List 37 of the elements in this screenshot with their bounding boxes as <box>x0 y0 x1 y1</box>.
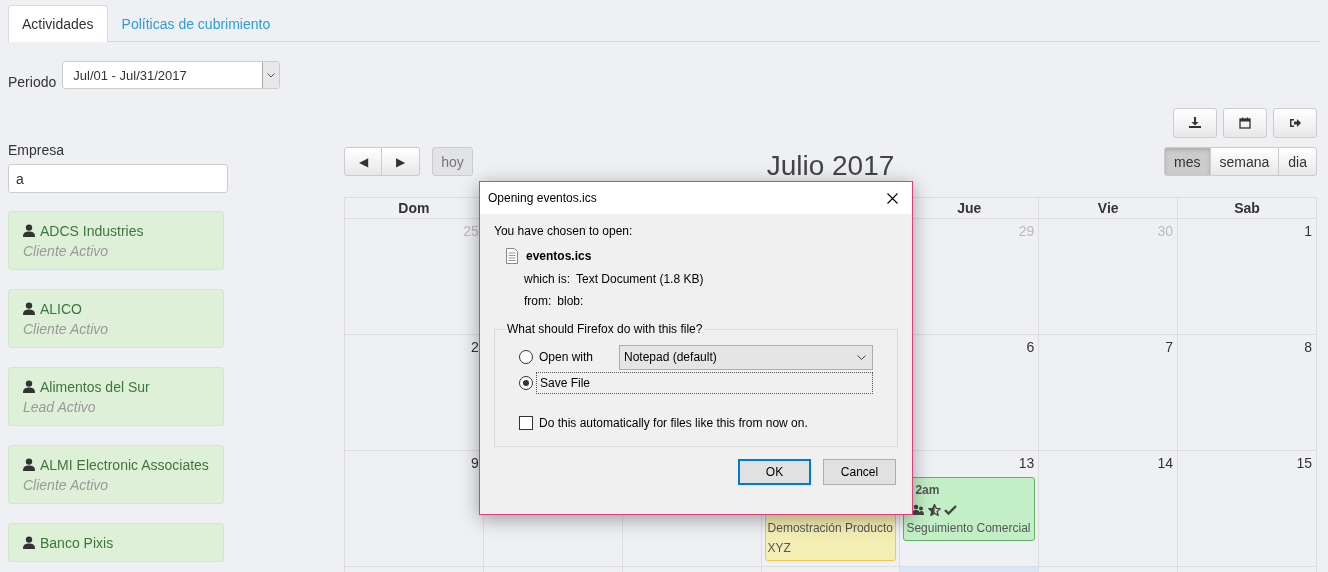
company-status: Lead Activo <box>23 398 97 417</box>
group-label: What should Firefox do with this file? <box>506 322 704 336</box>
company-name: Alimentos del Sur <box>40 379 150 395</box>
weekday-header: Sab <box>1178 198 1317 219</box>
event-title: Seguimiento Comercial <box>906 521 1031 535</box>
company-name: ALMI Electronic Associates <box>40 457 209 473</box>
file-source: blob: <box>557 294 584 308</box>
day-number: 6 <box>1026 338 1036 356</box>
file-type: Text Document (1.8 KB) <box>576 272 704 286</box>
day-number: 15 <box>1296 454 1313 472</box>
day-number: 1 <box>1304 222 1313 240</box>
calendar-title: Julio 2017 <box>766 150 895 181</box>
company-status: Cliente Activo <box>23 242 110 261</box>
dialog-title: Opening eventos.ics <box>488 191 598 205</box>
event-title: Demostración Producto XYZ <box>767 521 893 555</box>
dialog-intro: You have chosen to open: <box>494 224 634 238</box>
day-number: 8 <box>1304 338 1313 356</box>
day-number: 14 <box>1157 454 1175 472</box>
company-label: Empresa <box>8 142 66 158</box>
day-number: 9 <box>471 454 480 472</box>
company-status: Cliente Activo <box>23 476 110 495</box>
company-name: Banco Pixis <box>40 535 114 551</box>
company-name: ADCS Industries <box>40 223 144 239</box>
file-source-label: from: <box>524 294 552 308</box>
company-status: Cliente Activo <box>23 320 110 339</box>
event-time: 2am <box>914 482 941 499</box>
file-name: eventos.ics <box>526 249 592 263</box>
file-type-label: which is: <box>524 272 570 286</box>
day-number: 2 <box>471 338 480 356</box>
day-number: 29 <box>1018 222 1036 240</box>
day-number: 30 <box>1157 222 1175 240</box>
day-number: 7 <box>1165 338 1175 356</box>
day-number: 25 <box>463 222 480 240</box>
weekday-header: Vie <box>1039 198 1179 219</box>
period-label: Periodo <box>8 74 57 92</box>
company-name: ALICO <box>40 301 82 317</box>
day-number: 13 <box>1018 454 1036 472</box>
